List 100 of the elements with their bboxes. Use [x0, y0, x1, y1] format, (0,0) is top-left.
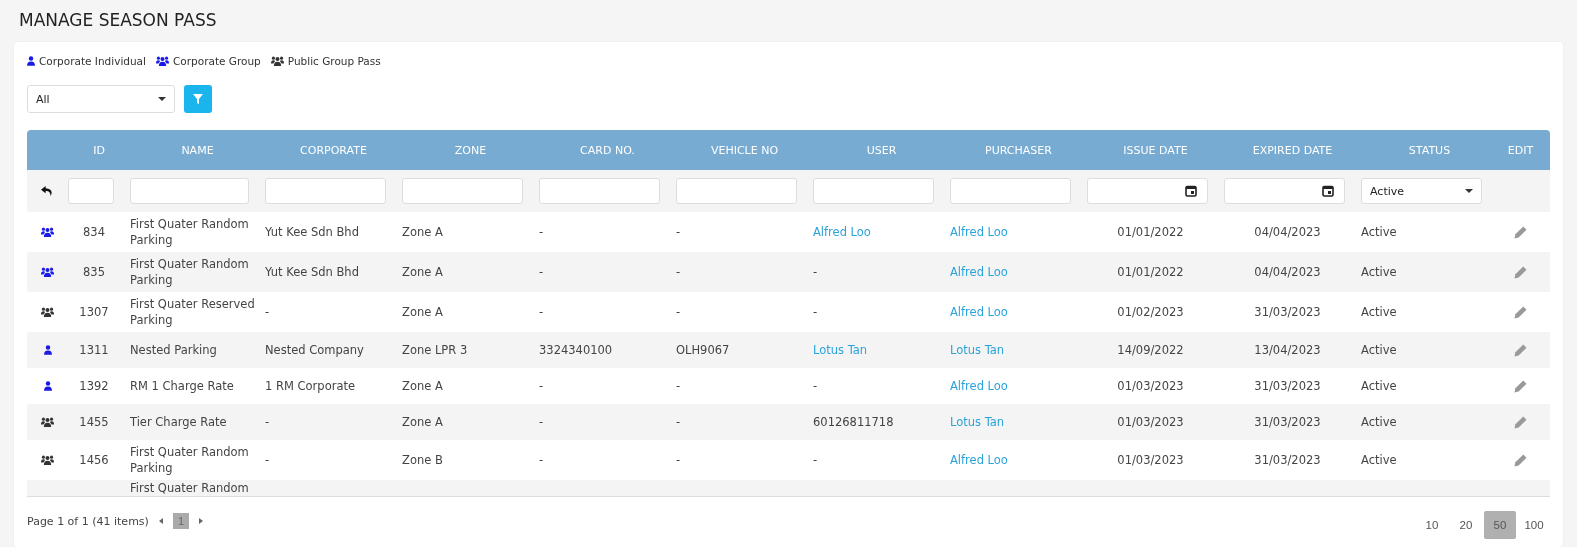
user-cell: 60126811718 [813, 415, 894, 429]
column-header: CARD NO. [580, 143, 635, 157]
next-page-icon[interactable] [199, 518, 203, 524]
filter-icon [193, 94, 203, 104]
corporate-cell: - [265, 415, 270, 429]
users-icon [155, 56, 169, 66]
column-filter-field[interactable] [130, 178, 249, 204]
purchaser-cell[interactable]: Alfred Loo [950, 265, 1008, 279]
caret-icon [1465, 189, 1473, 193]
id-cell: 1311 [79, 343, 109, 357]
edit-icon[interactable] [1514, 379, 1527, 393]
column-header: EXPIRED DATE [1252, 143, 1333, 157]
user-cell: - [813, 379, 818, 393]
column-header: USER [866, 143, 897, 157]
user-icon [43, 345, 52, 355]
zone-cell: Zone LPR 3 [402, 343, 468, 357]
corporate-cell: - [265, 453, 270, 467]
column-filter-field[interactable] [676, 178, 797, 204]
filter-button[interactable] [184, 85, 212, 113]
column-header: ISSUE DATE [1123, 143, 1188, 157]
purchaser-cell[interactable]: Alfred Loo [950, 225, 1008, 239]
column-header: CORPORATE [300, 143, 367, 157]
issue-date-cell: 01/03/2023 [1117, 379, 1184, 393]
vehicle-number-cell: - [676, 379, 681, 393]
issue-date-cell: 01/01/2022 [1117, 265, 1184, 279]
users-icon [41, 227, 54, 237]
page-title: MANAGE SEASON PASS [18, 10, 218, 32]
page-summary: Page 1 of 1 (41 items) [27, 514, 149, 528]
purchaser-cell[interactable]: Lotus Tan [950, 415, 1005, 429]
page-size-button[interactable]: 100 [1518, 511, 1550, 539]
card-number-cell: - [539, 415, 544, 429]
previous-page-icon[interactable] [158, 518, 163, 524]
edit-icon[interactable] [1514, 305, 1527, 319]
column-header: ID [93, 143, 105, 157]
purchaser-cell[interactable]: Alfred Loo [950, 379, 1008, 393]
purchaser-cell[interactable]: Alfred Loo [950, 305, 1008, 319]
undo-icon[interactable] [41, 184, 54, 198]
page-size-button[interactable]: 20 [1450, 511, 1482, 539]
user-cell[interactable]: Lotus Tan [813, 343, 868, 357]
name-cell: First Quater Random Parking [130, 217, 249, 247]
page-size-button[interactable]: 50 [1484, 511, 1516, 539]
user-icon [27, 56, 35, 66]
edit-icon[interactable] [1514, 343, 1527, 357]
column-filter-field[interactable] [68, 178, 114, 204]
issue-date-cell: 01/02/2023 [1117, 305, 1184, 319]
column-filter-field[interactable] [950, 178, 1071, 204]
purchaser-cell[interactable]: Alfred Loo [950, 453, 1008, 467]
corporate-cell: Yut Kee Sdn Bhd [265, 265, 359, 279]
users-icon [270, 56, 284, 66]
status-cell: Active [1361, 415, 1397, 429]
status-filter-dropdown[interactable]: Active [1361, 178, 1482, 204]
expired-date-cell: 31/03/2023 [1254, 379, 1321, 393]
name-cell: First Quater Random Parking [130, 445, 249, 475]
name-cell: Nested Parking [130, 343, 217, 357]
page-button[interactable]: 1 [172, 513, 189, 529]
users-icon [41, 455, 54, 465]
column-filter-field[interactable] [813, 178, 934, 204]
id-cell: 1307 [79, 305, 109, 319]
column-header: ZONE [454, 143, 487, 157]
user-cell[interactable]: Alfred Loo [813, 225, 871, 239]
id-cell: 835 [83, 265, 105, 279]
column-header: VEHICLE NO [710, 143, 779, 157]
date-filter-field[interactable] [1087, 178, 1208, 204]
calendar-icon [1322, 185, 1334, 197]
user-icon [43, 381, 52, 391]
issue-date-cell: 01/01/2022 [1117, 225, 1184, 239]
column-header: STATUS [1408, 143, 1451, 157]
users-icon [41, 417, 54, 427]
date-filter-field[interactable] [1224, 178, 1345, 204]
purchaser-cell[interactable]: Lotus Tan [950, 343, 1005, 357]
column-filter-field[interactable] [402, 178, 523, 204]
card-number-cell: - [539, 225, 544, 239]
expired-date-cell: 31/03/2023 [1254, 453, 1321, 467]
zone-cell: Zone B [402, 453, 443, 467]
status-cell: Active [1361, 453, 1397, 467]
column-filter-field[interactable] [265, 178, 386, 204]
card-number-cell: - [539, 265, 544, 279]
zone-cell: Zone A [402, 305, 443, 319]
corporate-cell: Nested Company [265, 343, 364, 357]
column-filter-field[interactable] [539, 178, 660, 204]
status-cell: Active [1361, 225, 1397, 239]
zone-cell: Zone A [402, 415, 443, 429]
edit-icon[interactable] [1514, 225, 1527, 239]
edit-icon[interactable] [1514, 265, 1527, 279]
pass-type-dropdown[interactable]: All [27, 85, 175, 113]
calendar-icon [1185, 185, 1197, 197]
page-size-button[interactable]: 10 [1416, 511, 1448, 539]
name-cell: RM 1 Charge Rate [130, 379, 234, 393]
edit-icon[interactable] [1514, 453, 1527, 467]
card-number-cell: 3324340100 [539, 343, 613, 357]
card-number-cell: - [539, 305, 544, 319]
column-header: PURCHASER [985, 143, 1052, 157]
corporate-cell: 1 RM Corporate [265, 379, 356, 393]
user-cell: - [813, 305, 818, 319]
issue-date-cell: 01/03/2023 [1117, 453, 1184, 467]
user-cell: - [813, 453, 818, 467]
vehicle-number-cell: - [676, 225, 681, 239]
expired-date-cell: 31/03/2023 [1254, 305, 1321, 319]
zone-cell: Zone A [402, 379, 443, 393]
edit-icon[interactable] [1514, 415, 1527, 429]
